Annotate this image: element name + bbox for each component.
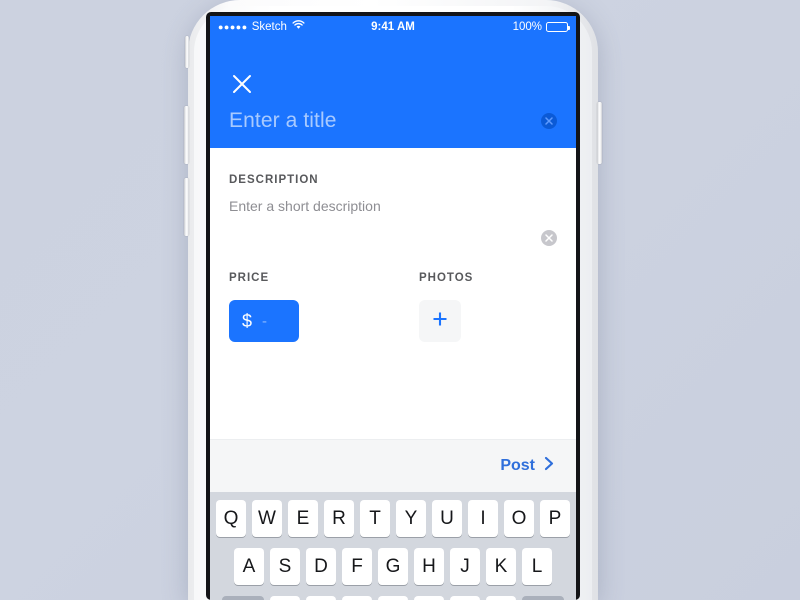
key-I[interactable]: I bbox=[468, 500, 498, 537]
key-W[interactable]: W bbox=[252, 500, 282, 537]
key-F[interactable]: F bbox=[342, 548, 372, 585]
price-value: - bbox=[262, 312, 268, 330]
key-D[interactable]: D bbox=[306, 548, 336, 585]
price-photos-row: PRICE $ - PHOTOS bbox=[229, 272, 557, 342]
key-S[interactable]: S bbox=[270, 548, 300, 585]
close-icon[interactable] bbox=[231, 73, 253, 95]
key-K[interactable]: K bbox=[486, 548, 516, 585]
plus-icon bbox=[430, 309, 450, 334]
price-label: PRICE bbox=[229, 272, 270, 284]
key-G[interactable]: G bbox=[378, 548, 408, 585]
currency-symbol: $ bbox=[242, 310, 253, 331]
key-Z[interactable]: Z bbox=[270, 596, 300, 600]
key-L[interactable]: L bbox=[522, 548, 552, 585]
post-button[interactable]: Post bbox=[500, 456, 555, 476]
key-T[interactable]: T bbox=[360, 500, 390, 537]
key-H[interactable]: H bbox=[414, 548, 444, 585]
title-input[interactable]: Enter a title bbox=[229, 109, 541, 133]
keyboard-row-3: ZXCVBNM bbox=[210, 596, 576, 600]
key-C[interactable]: C bbox=[342, 596, 372, 600]
battery-full-icon bbox=[546, 21, 570, 32]
chevron-right-icon bbox=[544, 456, 555, 476]
key-P[interactable]: P bbox=[540, 500, 570, 537]
description-clear-icon[interactable] bbox=[541, 230, 557, 246]
key-R[interactable]: R bbox=[324, 500, 354, 537]
phone-screen: ●●●●● Sketch 9:41 AM 100% Enter a title … bbox=[210, 16, 576, 600]
post-button-label: Post bbox=[500, 457, 535, 474]
key-O[interactable]: O bbox=[504, 500, 534, 537]
description-field-row: Enter a short description bbox=[229, 198, 557, 254]
status-bar: ●●●●● Sketch 9:41 AM 100% bbox=[210, 16, 576, 37]
keyboard-row-1: QWERTYUIOP bbox=[210, 500, 576, 537]
photos-label: PHOTOS bbox=[419, 272, 474, 284]
key-X[interactable]: X bbox=[306, 596, 336, 600]
key-E[interactable]: E bbox=[288, 500, 318, 537]
battery-percent-label: 100% bbox=[512, 20, 542, 33]
app-header: Enter a title bbox=[210, 37, 576, 148]
power-button[interactable] bbox=[597, 102, 602, 164]
price-section: PRICE $ - bbox=[229, 272, 419, 342]
key-M[interactable]: M bbox=[486, 596, 516, 600]
photos-section: PHOTOS bbox=[419, 272, 473, 342]
keyboard-row-2: ASDFGHJKL bbox=[210, 548, 576, 585]
key-B[interactable]: B bbox=[414, 596, 444, 600]
key-N[interactable]: N bbox=[450, 596, 480, 600]
key-Q[interactable]: Q bbox=[216, 500, 246, 537]
phone-device: ●●●●● Sketch 9:41 AM 100% Enter a title … bbox=[184, 0, 602, 600]
volume-down-button[interactable] bbox=[184, 178, 189, 236]
key-A[interactable]: A bbox=[234, 548, 264, 585]
description-label: DESCRIPTION bbox=[229, 174, 319, 186]
title-field-row: Enter a title bbox=[210, 109, 576, 133]
price-button[interactable]: $ - bbox=[229, 300, 299, 342]
key-Y[interactable]: Y bbox=[396, 500, 426, 537]
key-U[interactable]: U bbox=[432, 500, 462, 537]
delete-key-icon[interactable] bbox=[522, 596, 564, 600]
description-input[interactable]: Enter a short description bbox=[229, 198, 541, 214]
volume-up-button[interactable] bbox=[184, 106, 189, 164]
title-clear-icon[interactable] bbox=[541, 113, 557, 129]
shift-key-icon[interactable] bbox=[222, 596, 264, 600]
onscreen-keyboard[interactable]: QWERTYUIOP ASDFGHJKL Z X C V B N M bbox=[210, 492, 576, 600]
silent-switch[interactable] bbox=[185, 36, 189, 68]
key-V[interactable]: V bbox=[378, 596, 408, 600]
status-bar-right: 100% bbox=[512, 20, 570, 33]
key-J[interactable]: J bbox=[450, 548, 480, 585]
action-footer: Post bbox=[210, 439, 576, 492]
form-content: DESCRIPTION Enter a short description PR… bbox=[210, 148, 576, 439]
add-photo-button[interactable] bbox=[419, 300, 461, 342]
